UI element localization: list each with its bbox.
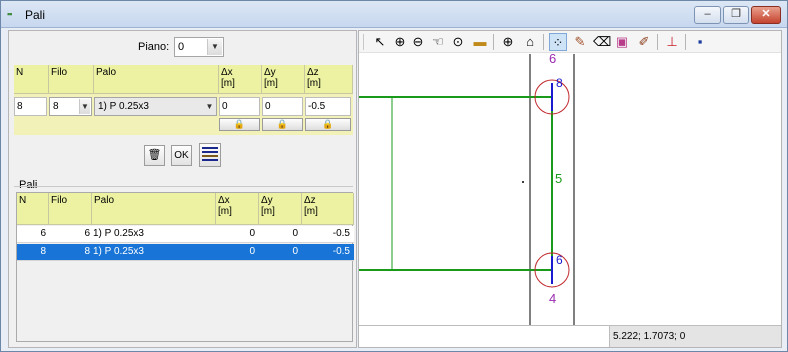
title-bar[interactable]: ▪▪ Pali – ❐ ✕ — [1, 1, 787, 28]
pen-icon[interactable]: ✐ — [635, 33, 653, 51]
pile-editor-grid: N Filo Palo Δx [m] Δy [m] Δz [m] 8 8 ▼ 1… — [14, 65, 353, 135]
list-header-palo: Palo — [92, 193, 216, 225]
cell-dx: 0 — [249, 228, 255, 239]
cell-n: 6 — [40, 228, 46, 239]
palette-icon[interactable]: ▣ — [613, 33, 631, 51]
list-icon[interactable] — [199, 143, 221, 167]
header-filo: Filo — [49, 65, 94, 94]
pali-list-grid: N Filo Palo Δx [m] Δy [m] Δz [m] 6 6 1) … — [16, 192, 354, 342]
toolbar-separator — [685, 34, 686, 50]
close-button[interactable]: ✕ — [751, 6, 781, 24]
pali-group-label: Pali — [19, 179, 38, 191]
header-dz: Δz [m] — [305, 65, 353, 94]
ok-button[interactable]: OK — [171, 145, 192, 166]
cell-dz: -0.5 — [332, 246, 350, 257]
group-divider — [14, 186, 353, 187]
cell-dy: 0 — [292, 228, 298, 239]
list-header-dx: Δx [m] — [216, 193, 259, 225]
list-header-dz: Δz [m] — [302, 193, 354, 225]
chevron-down-icon[interactable]: ▼ — [207, 39, 222, 55]
edit-dz-field[interactable]: -0.5 — [305, 97, 351, 116]
drawing-toolbar: ↖ ⊕ ⊖ ☜ ⊙ ▬ ⊕ ⌂ ⁘ ✎ ⌫ ▣ ✐ ⊥ ▪ — [359, 31, 781, 53]
list-header-dy: Δy [m] — [259, 193, 302, 225]
zoom-extents-icon[interactable]: ⊕ — [499, 33, 517, 51]
piano-select[interactable]: 0 ▼ — [174, 37, 224, 57]
table-row-selected[interactable]: 8 8 1) P 0.25x3 0 0 -0.5 — [17, 244, 354, 261]
toolbar-grip — [363, 34, 364, 50]
cell-palo: 1) P 0.25x3 — [93, 228, 144, 239]
pile-label-top: 8 — [556, 76, 563, 90]
wall-label: 5 — [555, 171, 562, 186]
node-label-top: 6 — [549, 54, 556, 66]
app-icon: ▪▪ — [7, 9, 12, 19]
list-header-filo: Filo — [49, 193, 92, 225]
header-dx: Δx [m] — [219, 65, 262, 94]
trash-icon[interactable]: 🗑 — [144, 145, 165, 166]
cell-filo: 8 — [84, 246, 90, 257]
list-header-n: N — [17, 193, 49, 225]
edit-filo-select[interactable]: 8 ▼ — [49, 97, 92, 116]
toolbar-separator — [543, 34, 544, 50]
zoom-window-icon[interactable]: ⊙ — [449, 33, 467, 51]
cell-dy: 0 — [292, 246, 298, 257]
chevron-down-icon[interactable]: ▼ — [79, 99, 90, 114]
header-palo: Palo — [94, 65, 219, 94]
piano-value: 0 — [178, 41, 185, 53]
select-nodes-icon[interactable]: ⁘ — [549, 33, 567, 51]
edit-dy-field[interactable]: 0 — [262, 97, 303, 116]
save-icon[interactable]: ▪ — [691, 33, 709, 51]
zoom-in-icon[interactable]: ⊕ — [391, 33, 409, 51]
cell-palo: 1) P 0.25x3 — [93, 246, 144, 257]
edit-dx-field[interactable]: 0 — [219, 97, 260, 116]
cell-n: 8 — [40, 246, 46, 257]
pan-hand-icon[interactable]: ☜ — [429, 33, 447, 51]
drawing-canvas[interactable]: 6 8 5 6 4 — [359, 54, 781, 325]
edit-n-field[interactable]: 8 — [14, 97, 47, 116]
node-label-bottom: 4 — [549, 291, 556, 306]
edit-filo-value: 8 — [53, 101, 59, 112]
header-dy: Δy [m] — [262, 65, 305, 94]
piano-label: Piano: — [138, 41, 170, 53]
delete-icon[interactable]: ⊥ — [663, 33, 681, 51]
edit-palo-value: 1) P 0.25x3 — [98, 101, 149, 112]
cell-dx: 0 — [249, 246, 255, 257]
cell-filo: 6 — [84, 228, 90, 239]
status-bar: 5.222; 1.7073; 0 — [359, 325, 781, 347]
pali-window: ▪▪ Pali – ❐ ✕ Piano: 0 ▼ N Filo Palo Δx … — [0, 0, 788, 352]
measure-icon[interactable]: ▬ — [471, 33, 489, 51]
window-title: Pali — [25, 8, 46, 22]
header-n: N — [14, 65, 49, 94]
table-row[interactable]: 6 6 1) P 0.25x3 0 0 -0.5 — [17, 226, 354, 243]
restore-button[interactable]: ❐ — [723, 6, 749, 24]
pile-label-bottom: 6 — [556, 253, 563, 267]
minimize-button[interactable]: – — [694, 6, 721, 24]
toolbar-separator — [657, 34, 658, 50]
cell-dz: -0.5 — [332, 228, 350, 239]
eraser-icon[interactable]: ⌫ — [593, 33, 611, 51]
brush-icon[interactable]: ✎ — [571, 33, 589, 51]
status-coordinates: 5.222; 1.7073; 0 — [609, 326, 781, 347]
frame-icon[interactable]: ⌂ — [521, 33, 539, 51]
edit-palo-select[interactable]: 1) P 0.25x3 ▼ — [94, 97, 217, 116]
lock-icon[interactable]: 🔒 — [219, 118, 260, 131]
lock-icon[interactable]: 🔒 — [262, 118, 303, 131]
drawing-panel: ↖ ⊕ ⊖ ☜ ⊙ ▬ ⊕ ⌂ ⁘ ✎ ⌫ ▣ ✐ ⊥ ▪ 6 8 5 6 4 … — [358, 30, 782, 348]
toolbar-separator — [493, 34, 494, 50]
zoom-out-icon[interactable]: ⊖ — [409, 33, 427, 51]
pointer-icon[interactable]: ↖ — [371, 33, 389, 51]
lock-icon[interactable]: 🔒 — [305, 118, 351, 131]
left-panel: Piano: 0 ▼ N Filo Palo Δx [m] Δy [m] Δz … — [8, 30, 357, 348]
chevron-down-icon[interactable]: ▼ — [204, 99, 215, 114]
